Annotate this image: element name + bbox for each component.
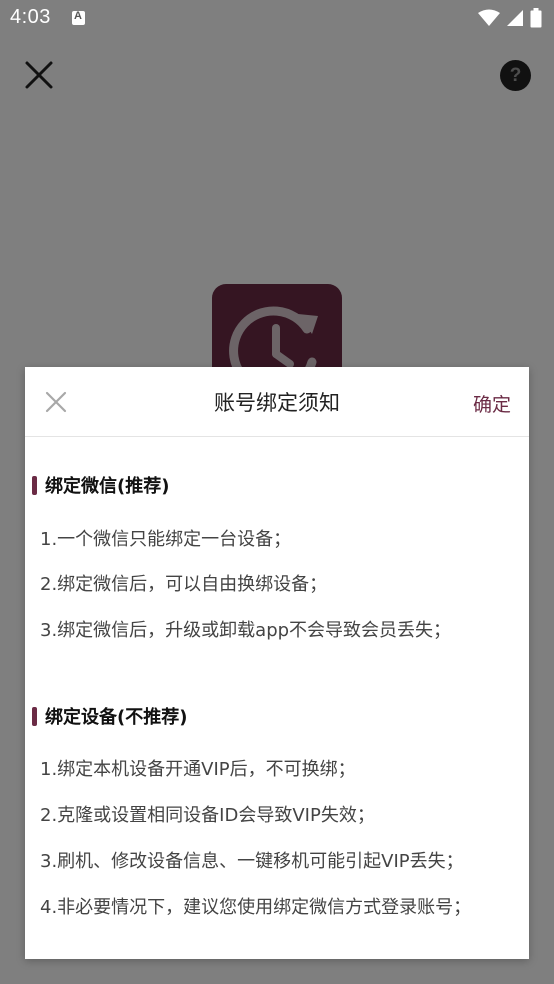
wifi-icon — [478, 9, 500, 26]
binding-notice-dialog: 账号绑定须知 确定 绑定微信(推荐) 1.一个微信只能绑定一台设备； 2.绑定微… — [25, 367, 529, 959]
section-heading-wechat: 绑定微信(推荐) — [32, 472, 169, 498]
list-item: 4.非必要情况下，建议您使用绑定微信方式登录账号； — [40, 897, 472, 918]
signal-icon — [507, 10, 523, 26]
section-accent-bar — [32, 706, 37, 726]
list-item: 1.一个微信只能绑定一台设备； — [40, 529, 292, 550]
section-heading-text: 绑定设备(不推荐) — [45, 707, 188, 728]
list-item: 3.绑定微信后，升级或卸载app不会导致会员丢失； — [40, 620, 452, 641]
section-heading-device: 绑定设备(不推荐) — [32, 703, 187, 729]
list-item: 2.克隆或设置相同设备ID会导致VIP失效； — [40, 805, 375, 826]
list-item: 1.绑定本机设备开通VIP后，不可换绑； — [40, 759, 356, 780]
section-accent-bar — [32, 475, 37, 495]
dialog-title: 账号绑定须知 — [214, 391, 340, 415]
dialog-header: 账号绑定须知 确定 — [25, 367, 529, 437]
list-item: 3.刷机、修改设备信息、一键移机可能引起VIP丢失； — [40, 851, 464, 872]
notification-app-icon — [72, 10, 85, 25]
status-icons — [478, 8, 542, 28]
list-item: 2.绑定微信后，可以自由换绑设备； — [40, 574, 328, 595]
confirm-button[interactable]: 确定 — [473, 390, 511, 417]
section-heading-text: 绑定微信(推荐) — [45, 476, 170, 497]
app-screen: ? 4:03 — [0, 0, 554, 984]
status-bar: 4:03 — [0, 0, 554, 38]
status-time: 4:03 — [10, 6, 51, 28]
battery-icon — [530, 8, 542, 28]
